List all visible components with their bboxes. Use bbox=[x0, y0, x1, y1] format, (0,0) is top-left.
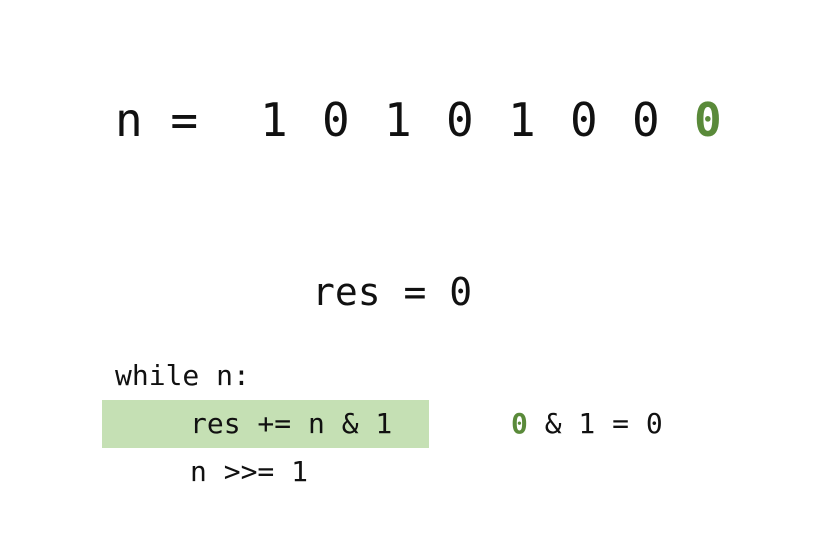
result-value: res = 0 bbox=[312, 270, 473, 314]
code-block: while n: res += n & 1 n >>= 1 bbox=[102, 352, 429, 496]
code-line-while: while n: bbox=[115, 359, 250, 392]
code-line-shift: n >>= 1 bbox=[190, 455, 309, 488]
bit-digit: 1 bbox=[384, 93, 412, 147]
evaluation-rest: & 1 = 0 bbox=[527, 407, 663, 440]
code-line-accumulate: res += n & 1 bbox=[102, 400, 429, 448]
bit-digit: 0 bbox=[632, 93, 660, 147]
bit-digit: 0 bbox=[570, 93, 598, 147]
bit-digit: 1 bbox=[508, 93, 536, 147]
bit-digit: 0 bbox=[322, 93, 350, 147]
evaluation-expression: 0 & 1 = 0 bbox=[511, 400, 663, 448]
binary-number-row: n = 1 0 1 0 1 0 0 0 bbox=[115, 88, 756, 152]
n-label: n = bbox=[115, 93, 199, 147]
current-bit-digit: 0 bbox=[694, 93, 722, 147]
bit-digit: 0 bbox=[446, 93, 474, 147]
bit-digit: 1 bbox=[260, 93, 288, 147]
evaluation-bit: 0 bbox=[511, 407, 528, 440]
